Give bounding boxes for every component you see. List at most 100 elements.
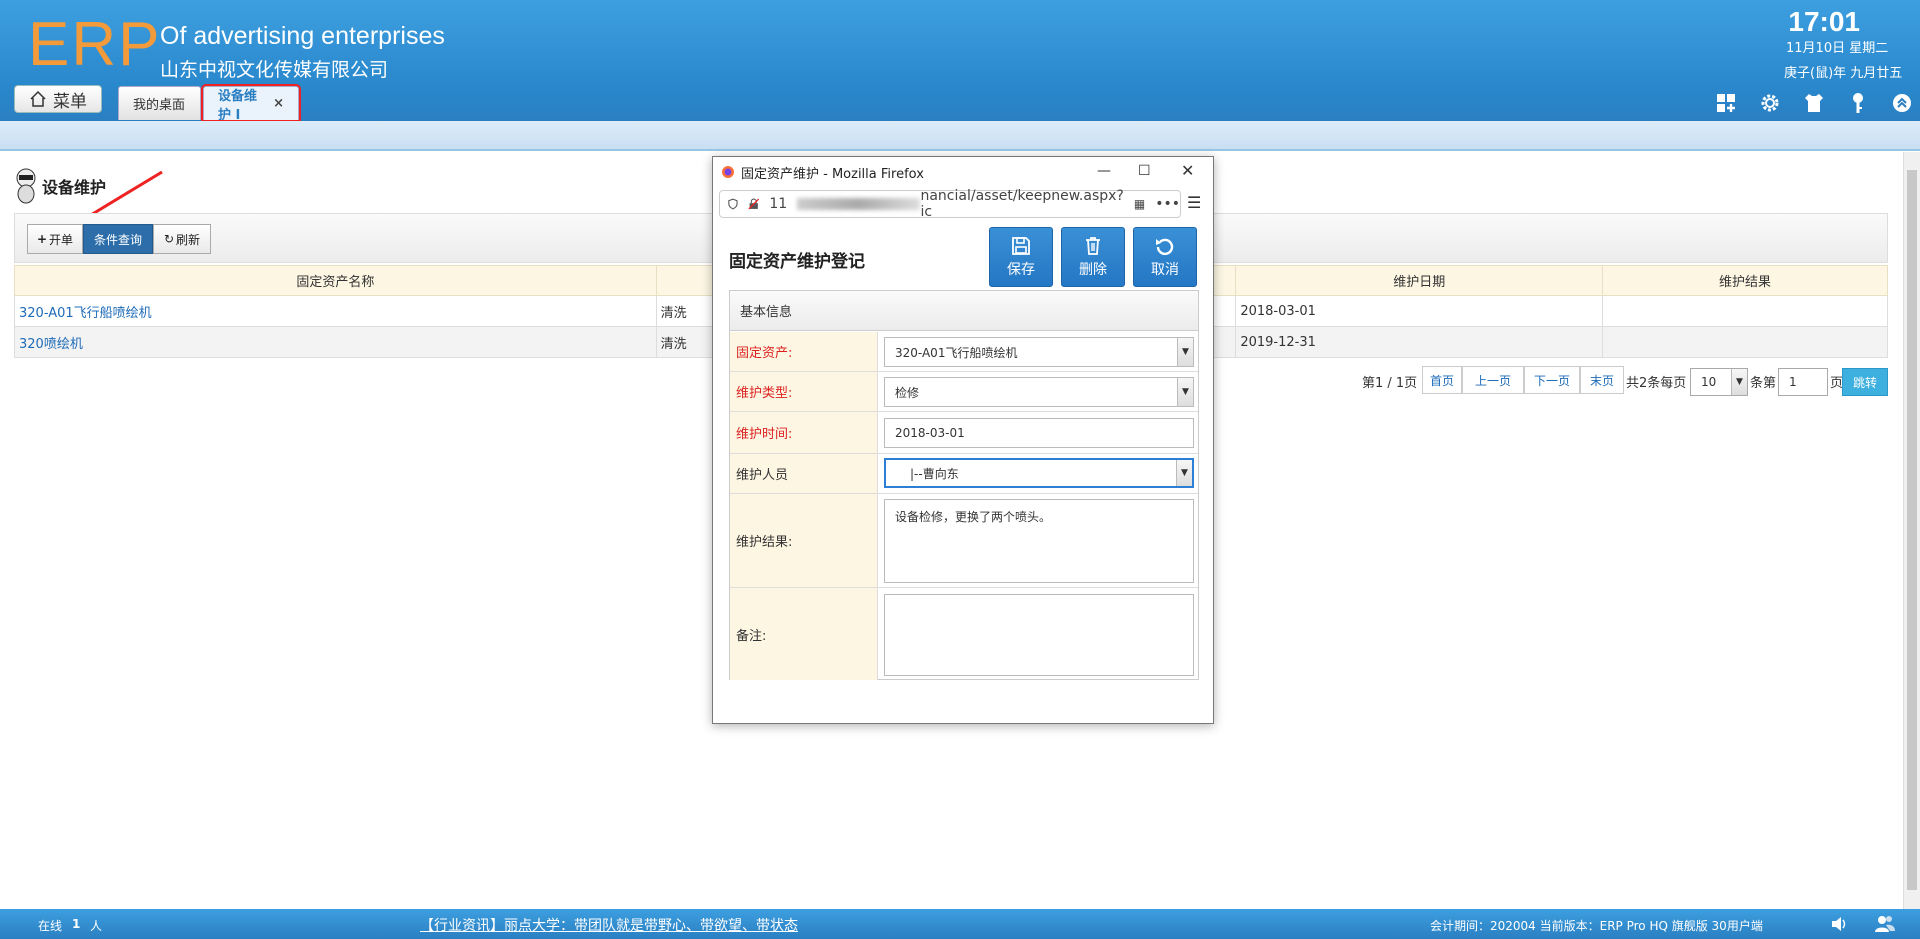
time-row: 维护时间: 2018-03-01 (730, 412, 1198, 454)
page-scrollbar[interactable] (1903, 152, 1920, 909)
firefox-popup-window: 固定资产维护 - Mozilla Firefox — ☐ ✕ 11 nancia… (712, 156, 1214, 724)
insecure-lock-icon (748, 198, 760, 210)
undo-icon (1156, 238, 1174, 255)
more-actions-icon[interactable]: ••• (1155, 196, 1180, 212)
person-value: |--曹向东 (910, 466, 959, 481)
cancel-button[interactable]: 取消 (1133, 227, 1197, 287)
column-header[interactable]: 维护结果 (1602, 265, 1888, 296)
tab-subbar (0, 121, 1920, 151)
tab-my-desktop[interactable]: 我的桌面 (118, 86, 201, 120)
tab-label: 设备维护 I (218, 88, 258, 123)
form-title: 固定资产维护登记 (729, 252, 865, 272)
shield-icon (728, 198, 738, 210)
minimize-icon[interactable]: — (1097, 163, 1111, 179)
menu-label: 菜单 (53, 91, 87, 112)
tab-equipment-maintenance[interactable]: 设备维护 I × (201, 84, 301, 123)
maintenance-time-input[interactable]: 2018-03-01 (884, 418, 1194, 448)
qr-code-icon[interactable]: ▦ (1134, 197, 1145, 211)
section-header: 基本信息 (730, 291, 1198, 331)
asset-select[interactable]: 320-A01飞行船喷绘机 ▼ (884, 337, 1194, 367)
type-row: 维护类型: 检修 ▼ (730, 372, 1198, 412)
chevron-down-icon: ▼ (1176, 460, 1192, 486)
maintenance-result-cell (1602, 326, 1888, 358)
person-label: 维护人员 (730, 454, 878, 493)
dashboard-add-icon[interactable] (1714, 91, 1738, 115)
online-count: 1 (72, 917, 81, 931)
status-footer: 在线 1 人 【行业资讯】丽点大学：带团队就是带野心、带欲望、带状态 会计期间：… (0, 909, 1920, 939)
chevron-down-icon: ▼ (1731, 369, 1747, 395)
window-close-icon[interactable]: ✕ (1181, 161, 1194, 180)
asset-label: 固定资产: (730, 332, 878, 371)
hamburger-menu-icon[interactable]: ☰ (1187, 193, 1201, 212)
mascot-icon (16, 168, 36, 204)
refresh-button[interactable]: ↻ 刷新 (153, 224, 211, 254)
prev-page-button[interactable]: 上一页 (1462, 366, 1524, 394)
next-page-button[interactable]: 下一页 (1524, 366, 1580, 394)
company-name-en: Of advertising enterprises (160, 22, 445, 50)
maintenance-result-textarea[interactable]: 设备检修，更换了两个喷头。 (884, 499, 1194, 583)
maximize-icon[interactable]: ☐ (1138, 163, 1151, 179)
lunar-date: 庚子(鼠)年 九月廿五 (1784, 66, 1903, 81)
firefox-icon (722, 166, 734, 178)
refresh-label: 刷新 (176, 232, 201, 247)
save-button[interactable]: 保存 (989, 227, 1053, 287)
result-row: 维护结果: 设备检修，更换了两个喷头。 (730, 494, 1198, 588)
close-icon[interactable]: × (273, 96, 284, 111)
asset-name-link[interactable]: 320-A01飞行船喷绘机 (14, 295, 657, 327)
address-bar[interactable]: 11 nancial/asset/keepnew.aspx?ic ▦ ••• (719, 188, 1181, 220)
app-header: ERP Of advertising enterprises 山东中视文化传媒有… (0, 0, 1920, 123)
asset-row: 固定资产: 320-A01飞行船喷绘机 ▼ (730, 332, 1198, 372)
chevron-down-icon: ▼ (1177, 338, 1193, 366)
page-size-value: 10 (1701, 375, 1717, 389)
delete-label: 删除 (1079, 261, 1107, 278)
maintenance-date-cell: 2018-03-01 (1235, 295, 1604, 327)
gear-icon[interactable] (1758, 91, 1782, 115)
url-text: nancial/asset/keepnew.aspx?ic (920, 188, 1124, 220)
remark-row: 备注: (730, 588, 1198, 680)
news-ticker-link[interactable]: 【行业资讯】丽点大学：带团队就是带野心、带欲望、带状态 (420, 915, 798, 935)
page-number-input[interactable]: 1 (1778, 368, 1828, 396)
jump-button[interactable]: 跳转 (1842, 368, 1888, 396)
trash-icon (1086, 236, 1100, 255)
last-page-button[interactable]: 末页 (1580, 366, 1624, 394)
home-icon (30, 90, 46, 107)
url-prefix: 11 (769, 196, 788, 212)
save-label: 保存 (1007, 261, 1035, 278)
remark-textarea[interactable] (884, 594, 1194, 676)
scrollbar-thumb[interactable] (1907, 170, 1917, 890)
menu-button[interactable]: 菜单 (14, 85, 102, 113)
add-order-button[interactable]: + 开单 (27, 224, 83, 254)
asset-value: 320-A01飞行船喷绘机 (895, 345, 1018, 360)
column-header[interactable]: 固定资产名称 (14, 265, 657, 296)
page-size-select[interactable]: 10 ▼ (1690, 368, 1748, 396)
type-value: 检修 (895, 385, 920, 400)
company-name-cn: 山东中视文化传媒有限公司 (160, 59, 389, 81)
plus-icon: + (36, 232, 48, 246)
delete-button[interactable]: 删除 (1061, 227, 1125, 287)
remark-label: 备注: (730, 588, 878, 680)
time-label: 维护时间: (730, 412, 878, 453)
chevron-down-icon: ▼ (1177, 378, 1193, 406)
online-unit: 人 (90, 919, 103, 933)
key-icon[interactable] (1846, 91, 1870, 115)
maintenance-type-select[interactable]: 检修 ▼ (884, 377, 1194, 407)
condition-query-button[interactable]: 条件查询 (83, 224, 153, 254)
asset-name-link[interactable]: 320喷绘机 (14, 326, 657, 358)
maintenance-result-cell (1602, 295, 1888, 327)
maintenance-date-cell: 2019-12-31 (1235, 326, 1604, 358)
save-icon (1012, 236, 1030, 255)
erp-logo: ERP (28, 10, 162, 79)
online-label: 在线 (38, 919, 63, 933)
person-row: 维护人员 |--曹向东 ▼ (730, 454, 1198, 494)
shirt-icon[interactable] (1802, 91, 1826, 115)
window-title: 固定资产维护 - Mozilla Firefox (741, 166, 924, 182)
speaker-icon[interactable] (1830, 916, 1848, 932)
first-page-button[interactable]: 首页 (1422, 366, 1462, 394)
type-label: 维护类型: (730, 372, 878, 411)
page-info: 第1 / 1页 (1362, 375, 1418, 391)
users-icon[interactable] (1874, 915, 1896, 933)
collapse-up-icon[interactable] (1890, 91, 1914, 115)
column-header[interactable]: 维护日期 (1235, 265, 1604, 296)
maintenance-person-select[interactable]: |--曹向东 ▼ (884, 458, 1194, 488)
clock-time: 17:01 (1788, 6, 1860, 37)
